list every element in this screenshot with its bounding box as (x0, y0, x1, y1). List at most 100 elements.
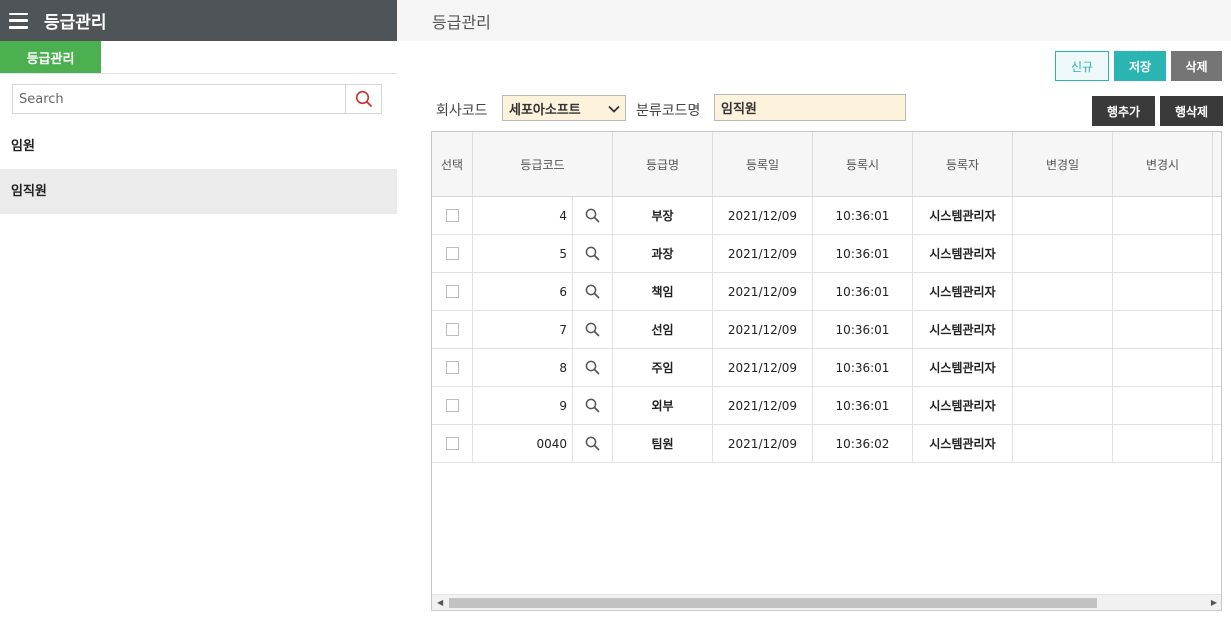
grade-code-cell[interactable]: 0040 (473, 425, 573, 462)
row-select-cell (432, 197, 473, 234)
scroll-left-icon[interactable]: ◀ (437, 598, 443, 607)
reg-time-cell: 10:36:01 (813, 311, 913, 348)
reg-date-cell: 2021/12/09 (713, 273, 813, 310)
table-row[interactable]: 9 외부 2021/12/09 10:36:01 시스템관리자 (432, 387, 1221, 425)
reg-user-cell: 시스템관리자 (913, 387, 1013, 424)
magnifier-icon[interactable] (573, 311, 613, 348)
reg-user-cell: 시스템관리자 (913, 425, 1013, 462)
reg-user-cell: 시스템관리자 (913, 349, 1013, 386)
reg-user-cell: 시스템관리자 (913, 273, 1013, 310)
header-mod-time[interactable]: 변경시 (1113, 132, 1213, 196)
search-icon (355, 90, 372, 107)
reg-time-cell: 10:36:01 (813, 235, 913, 272)
company-code-select[interactable]: 세포아소프트 (502, 95, 626, 121)
row-checkbox[interactable] (445, 399, 459, 412)
grid-header: 선택 등급코드 등급명 등록일 등록시 등록자 변경일 변경시 (432, 132, 1221, 197)
chevron-down-icon (608, 105, 620, 113)
scroll-right-icon[interactable]: ▶ (1211, 598, 1217, 607)
grade-grid: 선택 등급코드 등급명 등록일 등록시 등록자 변경일 변경시 4 부장 2021/… (431, 131, 1222, 611)
reg-time-cell: 10:36:01 (813, 387, 913, 424)
delete-button[interactable]: 삭제 (1171, 51, 1222, 81)
row-checkbox[interactable] (445, 361, 459, 374)
magnifier-icon[interactable] (573, 197, 613, 234)
search-button[interactable] (345, 85, 381, 113)
header-mod-date[interactable]: 변경일 (1013, 132, 1113, 196)
sidebar-search (12, 84, 382, 114)
row-filler (1213, 273, 1221, 310)
reg-date-cell: 2021/12/09 (713, 311, 813, 348)
row-checkbox[interactable] (445, 209, 459, 222)
row-select-cell (432, 235, 473, 272)
grade-code-cell[interactable]: 5 (473, 235, 573, 272)
row-filler (1213, 235, 1221, 272)
class-code-name-field[interactable]: 임직원 (714, 94, 906, 121)
table-row[interactable]: 7 선임 2021/12/09 10:36:01 시스템관리자 (432, 311, 1221, 349)
sidebar-item-employee[interactable]: 임직원 (0, 169, 397, 214)
tab-grade-management[interactable]: 등급관리 (0, 41, 101, 73)
app: 등급관리 등급관리 임원 임직원 등급관리 신규 저장 삭제 회사코드 (0, 0, 1231, 620)
grade-name-cell[interactable]: 부장 (613, 197, 713, 234)
main-panel: 등급관리 신규 저장 삭제 회사코드 세포아소프트 분류코드명 임직원 행추가 … (397, 0, 1231, 620)
hamburger-icon[interactable] (9, 12, 28, 29)
grade-name-cell[interactable]: 선임 (613, 311, 713, 348)
magnifier-icon[interactable] (573, 425, 613, 462)
reg-time-cell: 10:36:02 (813, 425, 913, 462)
grade-code-cell[interactable]: 7 (473, 311, 573, 348)
magnifier-icon[interactable] (573, 235, 613, 272)
table-row[interactable]: 0040 팀원 2021/12/09 10:36:02 시스템관리자 (432, 425, 1221, 463)
company-code-value: 세포아소프트 (509, 102, 581, 118)
add-row-button[interactable]: 행추가 (1092, 96, 1155, 126)
search-input[interactable] (13, 85, 345, 113)
grade-code-cell[interactable]: 9 (473, 387, 573, 424)
grade-name-cell[interactable]: 주임 (613, 349, 713, 386)
scrollbar-thumb[interactable] (449, 598, 1097, 608)
header-select[interactable]: 선택 (432, 132, 473, 196)
reg-date-cell: 2021/12/09 (713, 197, 813, 234)
mod-date-cell (1013, 235, 1113, 272)
save-button[interactable]: 저장 (1114, 51, 1166, 81)
table-row[interactable]: 4 부장 2021/12/09 10:36:01 시스템관리자 (432, 197, 1221, 235)
header-reg-user[interactable]: 등록자 (913, 132, 1013, 196)
header-filler (1213, 132, 1221, 196)
table-row[interactable]: 5 과장 2021/12/09 10:36:01 시스템관리자 (432, 235, 1221, 273)
magnifier-icon[interactable] (573, 273, 613, 310)
row-filler (1213, 311, 1221, 348)
reg-time-cell: 10:36:01 (813, 197, 913, 234)
row-checkbox[interactable] (445, 285, 459, 298)
reg-user-cell: 시스템관리자 (913, 235, 1013, 272)
grade-name-cell[interactable]: 외부 (613, 387, 713, 424)
class-code-name-label: 분류코드명 (636, 103, 701, 119)
grade-code-cell[interactable]: 6 (473, 273, 573, 310)
magnifier-icon[interactable] (573, 349, 613, 386)
grade-name-cell[interactable]: 과장 (613, 235, 713, 272)
reg-user-cell: 시스템관리자 (913, 311, 1013, 348)
header-grade-name[interactable]: 등급명 (613, 132, 713, 196)
header-reg-time[interactable]: 등록시 (813, 132, 913, 196)
sidebar-item-executive[interactable]: 임원 (0, 124, 397, 169)
mod-time-cell (1113, 197, 1213, 234)
magnifier-icon[interactable] (573, 387, 613, 424)
grade-name-cell[interactable]: 팀원 (613, 425, 713, 462)
row-filler (1213, 387, 1221, 424)
mod-date-cell (1013, 349, 1113, 386)
grade-code-cell[interactable]: 8 (473, 349, 573, 386)
row-checkbox[interactable] (445, 323, 459, 336)
table-row[interactable]: 6 책임 2021/12/09 10:36:01 시스템관리자 (432, 273, 1221, 311)
row-checkbox[interactable] (445, 437, 459, 450)
new-button[interactable]: 신규 (1055, 51, 1109, 81)
row-checkbox[interactable] (445, 247, 459, 260)
table-row[interactable]: 8 주임 2021/12/09 10:36:01 시스템관리자 (432, 349, 1221, 387)
main-header: 등급관리 (397, 0, 1231, 41)
reg-user-cell: 시스템관리자 (913, 197, 1013, 234)
grade-name-cell[interactable]: 책임 (613, 273, 713, 310)
row-select-cell (432, 387, 473, 424)
header-grade-code[interactable]: 등급코드 (473, 132, 613, 196)
grade-code-cell[interactable]: 4 (473, 197, 573, 234)
sidebar-list: 임원 임직원 (0, 124, 397, 214)
delete-row-button[interactable]: 행삭제 (1160, 96, 1223, 126)
page-title: 등급관리 (432, 12, 491, 32)
company-code-label: 회사코드 (436, 103, 488, 119)
reg-time-cell: 10:36:01 (813, 273, 913, 310)
header-reg-date[interactable]: 등록일 (713, 132, 813, 196)
horizontal-scrollbar[interactable]: ◀ ▶ (432, 594, 1221, 610)
